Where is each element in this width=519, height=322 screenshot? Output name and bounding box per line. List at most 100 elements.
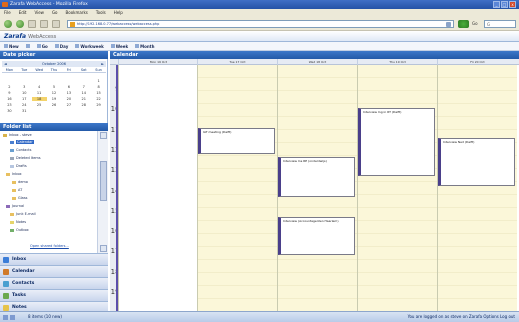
menu-file[interactable]: File bbox=[4, 9, 11, 17]
goto-label: Go bbox=[41, 43, 48, 49]
mini-calendar-day[interactable]: 15 bbox=[91, 91, 106, 95]
mini-calendar-day[interactable]: 24 bbox=[17, 103, 32, 107]
folder-item[interactable]: Calendar bbox=[10, 140, 34, 145]
mini-calendar-day[interactable]: 28 bbox=[76, 103, 91, 107]
mini-calendar-day[interactable]: 1 bbox=[91, 79, 106, 83]
scroll-down-icon[interactable] bbox=[100, 245, 107, 252]
folder-icon bbox=[6, 172, 10, 176]
folder-item[interactable]: Journal bbox=[6, 204, 24, 209]
calendar-event[interactable]: Interview Ned (Delft) bbox=[438, 138, 515, 186]
day-column[interactable] bbox=[197, 65, 277, 311]
prev-month-icon[interactable]: ◄ bbox=[4, 61, 7, 67]
folder-item[interactable]: Deleted Items bbox=[10, 156, 41, 161]
mini-calendar-day[interactable]: 30 bbox=[2, 109, 17, 113]
nav-label: Tasks bbox=[12, 293, 26, 298]
calendar-event[interactable]: Interview Ins RE (onderdwijs) bbox=[278, 157, 355, 197]
mini-calendar-day[interactable]: 25 bbox=[32, 103, 47, 107]
mini-calendar-day[interactable]: 20 bbox=[61, 97, 76, 101]
week-view-button[interactable]: Week bbox=[110, 42, 128, 50]
open-shared-folders-link[interactable]: Open shared folders... bbox=[30, 244, 69, 248]
go-button[interactable]: Go bbox=[472, 20, 478, 28]
folder-item[interactable]: Inbox bbox=[6, 172, 22, 177]
mini-calendar-day[interactable]: 22 bbox=[91, 97, 106, 101]
mini-calendar-day[interactable]: 27 bbox=[61, 103, 76, 107]
scroll-thumb[interactable] bbox=[100, 161, 107, 201]
nav-calendar[interactable]: Calendar bbox=[0, 265, 108, 277]
mini-calendar-day[interactable]: 17 bbox=[17, 97, 32, 101]
notes-icon bbox=[10, 220, 14, 224]
mini-calendar-day[interactable]: 7 bbox=[76, 85, 91, 89]
mini-calendar-day[interactable]: 29 bbox=[91, 103, 106, 107]
folder-item[interactable]: demo bbox=[12, 180, 28, 185]
mini-calendar-day[interactable]: 19 bbox=[47, 97, 62, 101]
mini-calendar-day[interactable]: 21 bbox=[76, 97, 91, 101]
back-icon[interactable] bbox=[4, 20, 12, 28]
day-view-button[interactable]: Day bbox=[54, 42, 68, 50]
menu-tools[interactable]: Tools bbox=[96, 9, 106, 17]
folder-item[interactable]: Drafts bbox=[10, 164, 27, 169]
mini-calendar-day[interactable]: 26 bbox=[47, 103, 62, 107]
calendar-event[interactable]: Interview Ing in RT (Delft) bbox=[358, 108, 435, 176]
mini-calendar-day[interactable]: 4 bbox=[32, 85, 47, 89]
forward-icon[interactable] bbox=[16, 20, 24, 28]
workweek-view-icon bbox=[75, 44, 80, 48]
mini-calendar-day[interactable]: 8 bbox=[91, 85, 106, 89]
folder-item[interactable]: Outbox bbox=[10, 228, 29, 233]
favicon-icon bbox=[70, 22, 75, 27]
mini-calendar-day[interactable]: 12 bbox=[47, 91, 62, 95]
day-column[interactable] bbox=[118, 65, 198, 311]
mini-calendar-day[interactable]: 2 bbox=[2, 85, 17, 89]
maximize-icon[interactable]: □ bbox=[501, 1, 508, 8]
scroll-up-icon[interactable] bbox=[100, 132, 107, 139]
mini-calendar-day[interactable]: 10 bbox=[17, 91, 32, 95]
search-input[interactable]: G bbox=[484, 20, 516, 28]
mini-calendar-day[interactable]: 31 bbox=[17, 109, 32, 113]
dropdown-icon[interactable] bbox=[446, 22, 451, 27]
nav-contacts[interactable]: Contacts bbox=[0, 277, 108, 289]
mini-calendar-day[interactable]: 18 bbox=[31, 97, 47, 101]
mini-calendar-day[interactable]: 5 bbox=[47, 85, 62, 89]
folder-item[interactable]: AT bbox=[12, 188, 22, 193]
mini-calendar-day[interactable]: 9 bbox=[2, 91, 17, 95]
calendar-event[interactable]: Interview (Accountagenten Haarlem) bbox=[278, 217, 355, 255]
menu-bookmarks[interactable]: Bookmarks bbox=[66, 9, 88, 17]
folder-root[interactable]: Inbox - steve bbox=[3, 133, 32, 138]
calendar-event[interactable]: IAT meeting (Delft) bbox=[198, 128, 275, 154]
menu-edit[interactable]: Edit bbox=[19, 9, 27, 17]
menu-view[interactable]: View bbox=[34, 9, 44, 17]
folder-item[interactable]: Glass bbox=[12, 196, 27, 201]
mini-calendar-day[interactable]: 13 bbox=[61, 91, 76, 95]
menu-go[interactable]: Go bbox=[52, 9, 58, 17]
close-icon[interactable]: x bbox=[509, 1, 516, 8]
delete-button[interactable] bbox=[25, 42, 30, 50]
folder-item[interactable]: Notes bbox=[10, 220, 26, 225]
stop-icon[interactable] bbox=[40, 20, 48, 28]
home-icon[interactable] bbox=[52, 20, 60, 28]
mini-calendar-day[interactable]: 3 bbox=[17, 85, 32, 89]
mail-icon bbox=[3, 257, 9, 263]
new-button[interactable]: New bbox=[4, 42, 19, 50]
nav-tasks[interactable]: Tasks bbox=[0, 289, 108, 301]
go-icon[interactable] bbox=[458, 20, 469, 28]
mini-calendar-day[interactable]: 14 bbox=[76, 91, 91, 95]
next-month-icon[interactable]: ► bbox=[101, 61, 104, 67]
nav-inbox[interactable]: Inbox bbox=[0, 253, 108, 265]
mini-calendar-day[interactable]: 6 bbox=[61, 85, 76, 89]
day-column[interactable] bbox=[437, 65, 517, 311]
minimize-icon[interactable]: _ bbox=[493, 1, 500, 8]
weekday-label: Tue bbox=[21, 68, 28, 72]
menu-help[interactable]: Help bbox=[114, 9, 123, 17]
month-view-button[interactable]: Month bbox=[135, 42, 154, 50]
folder-item[interactable]: Contacts bbox=[10, 148, 31, 153]
day-column[interactable] bbox=[357, 65, 437, 311]
mini-calendar-day[interactable]: 11 bbox=[32, 91, 47, 95]
url-field[interactable]: http://192.168.0.77/webaccess/webaccess.… bbox=[67, 20, 454, 28]
goto-button[interactable]: Go bbox=[36, 42, 48, 50]
mini-calendar-day[interactable]: 23 bbox=[2, 103, 17, 107]
mini-calendar-day[interactable]: 16 bbox=[2, 97, 17, 101]
folder-scrollbar[interactable] bbox=[97, 131, 108, 253]
month-view-label: Month bbox=[140, 43, 155, 49]
workweek-view-button[interactable]: Workweek bbox=[75, 42, 104, 50]
folder-item[interactable]: Junk E-mail bbox=[10, 212, 36, 217]
reload-icon[interactable] bbox=[28, 20, 36, 28]
